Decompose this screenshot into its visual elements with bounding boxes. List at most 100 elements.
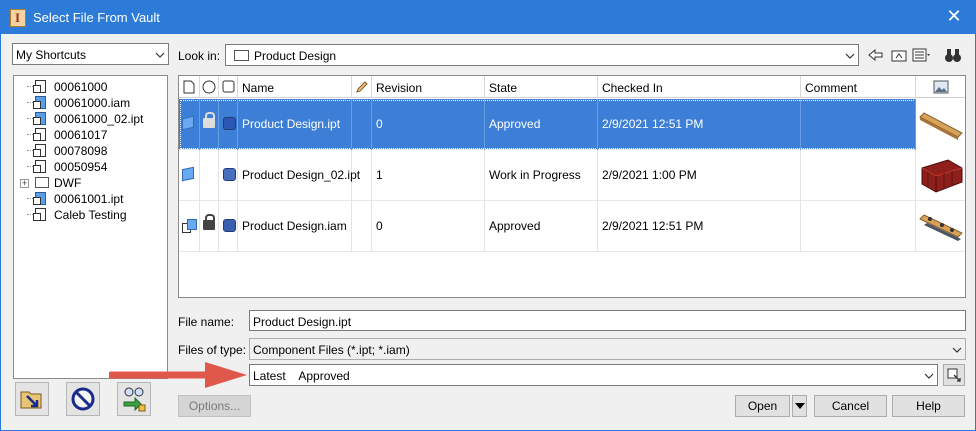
folder-icon: [35, 177, 49, 188]
tree-item-label: Caleb Testing: [54, 208, 127, 222]
tree-item-label: 00061000.iam: [54, 96, 131, 110]
look-in-dropdown[interactable]: Product Design: [225, 44, 859, 66]
column-header-revision[interactable]: Revision: [372, 76, 485, 98]
find-binoculars-icon[interactable]: [944, 46, 962, 64]
prohibited-icon: [71, 387, 95, 411]
files-of-type-label: Files of type:: [178, 343, 247, 357]
column-header-name[interactable]: Name: [238, 76, 352, 98]
file-list[interactable]: Name Revision State Checked In Comment P…: [178, 75, 966, 298]
tree-item[interactable]: 00061000: [14, 79, 164, 95]
row-name: Product Design.iam: [242, 219, 347, 233]
row-revision: 0: [376, 117, 383, 131]
lock-icon: [203, 214, 215, 230]
row-state: Approved: [489, 219, 541, 233]
row-state: Work in Progress: [489, 168, 581, 182]
tree-item-label: 00061000_02.ipt: [54, 112, 144, 126]
thumbnail-image: [919, 112, 963, 140]
column-header-edit[interactable]: [352, 76, 372, 98]
column-header-state[interactable]: State: [485, 76, 598, 98]
row-checked-in: 2/9/2021 1:00 PM: [602, 168, 697, 182]
column-header-row: Name Revision State Checked In Comment: [179, 76, 965, 98]
vault-browse-button[interactable]: [15, 382, 49, 416]
caret-down-icon: [795, 403, 805, 409]
folder-tree[interactable]: 00061000 00061000.iam 00061000_02.ipt 00…: [13, 75, 168, 379]
inventor-app-icon: [10, 9, 26, 27]
folder-icon: [234, 50, 249, 61]
column-header-status[interactable]: [200, 76, 219, 98]
tree-item[interactable]: 00050954: [14, 159, 164, 175]
table-row[interactable]: Product Design_02.ipt 1 Work in Progress…: [179, 150, 965, 201]
files-of-type-dropdown[interactable]: Component Files (*.ipt; *.iam): [249, 338, 966, 360]
assembly-file-icon: [33, 96, 46, 109]
table-row[interactable]: Product Design.ipt 0 Approved 2/9/2021 1…: [179, 99, 965, 150]
circle-status-icon: [202, 80, 216, 94]
tree-item-label: DWF: [54, 176, 82, 190]
file-icon: [33, 160, 46, 173]
no-vault-button[interactable]: [66, 382, 100, 416]
column-header-comment[interactable]: Comment: [801, 76, 916, 98]
state-released-icon: [223, 117, 236, 130]
chevron-down-icon: [952, 347, 962, 353]
back-icon[interactable]: [867, 46, 885, 64]
chevron-down-icon: [845, 53, 855, 59]
options-button[interactable]: Options...: [178, 395, 251, 417]
column-header-file-type[interactable]: [179, 76, 200, 98]
thumbnail-image: [919, 214, 963, 241]
look-in-value: Product Design: [254, 49, 337, 63]
look-in-label: Look in:: [178, 49, 221, 63]
vault-sync-button[interactable]: [117, 382, 151, 416]
tree-item-label: 00061001.ipt: [54, 192, 124, 206]
column-header-thumbnail[interactable]: [916, 76, 965, 98]
row-revision: 1: [376, 168, 383, 182]
close-button[interactable]: ✕: [943, 6, 965, 27]
cancel-button[interactable]: Cancel: [814, 395, 887, 417]
revision-filter-browse-button[interactable]: [943, 364, 965, 386]
revision-filter-value: Latest Approved: [253, 369, 350, 383]
row-state: Approved: [489, 117, 541, 131]
tree-item[interactable]: Caleb Testing: [14, 207, 164, 223]
view-menu-icon[interactable]: [912, 46, 930, 64]
part-file-icon: [182, 115, 194, 131]
state-wip-icon: [223, 168, 236, 181]
row-revision: 0: [376, 219, 383, 233]
select-file-dialog: Select File From Vault ✕ My Shortcuts Lo…: [0, 0, 976, 431]
tree-item[interactable]: + DWF: [14, 175, 164, 191]
row-name: Product Design_02.ipt: [242, 168, 361, 182]
title-bar: Select File From Vault ✕: [1, 1, 975, 34]
row-name: Product Design.ipt: [242, 117, 341, 131]
tree-item-label: 00061000: [54, 80, 108, 94]
tree-item[interactable]: 00061001.ipt: [14, 191, 164, 207]
file-name-value: Product Design.ipt: [253, 315, 352, 329]
revision-filter-dropdown[interactable]: Latest Approved: [249, 364, 938, 386]
square-state-icon: [222, 80, 235, 93]
tree-item[interactable]: 00061000_02.ipt: [14, 111, 164, 127]
tree-item-label: 00050954: [54, 160, 108, 174]
part-file-icon: [33, 192, 46, 205]
column-header-checked-in[interactable]: Checked In: [598, 76, 801, 98]
open-dropdown-button[interactable]: [792, 395, 807, 417]
part-file-icon: [33, 112, 46, 125]
tree-item[interactable]: 00078098: [14, 143, 164, 159]
thumbnail-image: [921, 159, 963, 193]
row-checked-in: 2/9/2021 12:51 PM: [602, 117, 704, 131]
shortcuts-dropdown[interactable]: My Shortcuts: [12, 43, 169, 65]
table-row[interactable]: Product Design.iam 0 Approved 2/9/2021 1…: [179, 201, 965, 252]
tree-item[interactable]: 00061000.iam: [14, 95, 164, 111]
tree-item-label: 00078098: [54, 144, 108, 158]
lock-icon: [203, 112, 215, 128]
file-name-input[interactable]: Product Design.ipt: [249, 310, 966, 331]
tree-item-label: 00061017: [54, 128, 108, 142]
expand-icon[interactable]: +: [20, 179, 29, 188]
vault-sync-icon: [123, 387, 146, 412]
up-folder-icon[interactable]: [890, 46, 908, 64]
pencil-icon: [356, 81, 368, 93]
open-button[interactable]: Open: [735, 395, 790, 417]
chevron-down-icon: [155, 52, 165, 58]
state-released-icon: [223, 219, 236, 232]
column-header-state-icon[interactable]: [219, 76, 238, 98]
help-button[interactable]: Help: [892, 395, 965, 417]
filter-settings-icon: [947, 368, 961, 382]
open-folder-arrow-icon: [20, 391, 42, 409]
tree-item[interactable]: 00061017: [14, 127, 164, 143]
row-checked-in: 2/9/2021 12:51 PM: [602, 219, 704, 233]
